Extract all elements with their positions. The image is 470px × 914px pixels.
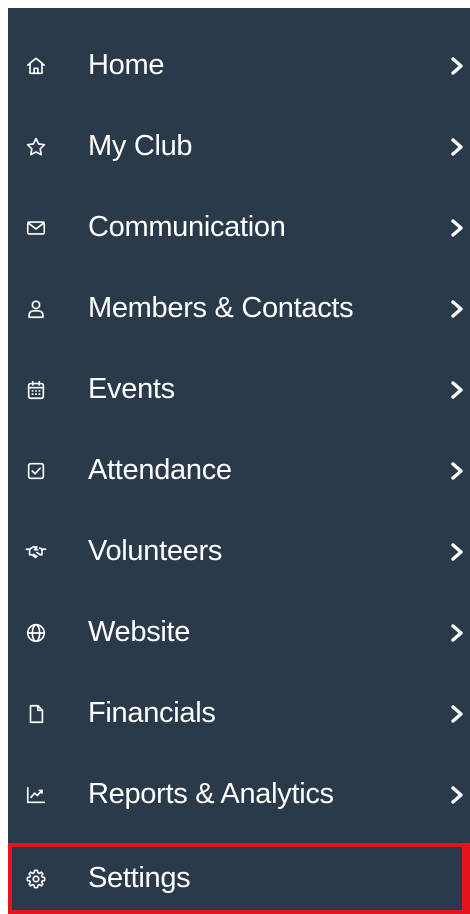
checkbox-icon <box>23 458 49 484</box>
home-icon <box>23 53 49 79</box>
chevron-right-icon <box>449 460 465 482</box>
chevron-right-icon <box>449 217 465 239</box>
chart-icon <box>23 782 49 808</box>
sidebar-item-communication[interactable]: Communication <box>8 187 470 268</box>
sidebar-item-settings[interactable]: Settings <box>8 843 470 914</box>
sidebar-item-label: Members & Contacts <box>88 292 354 324</box>
star-icon <box>23 134 49 160</box>
sidebar-item-label: Website <box>88 616 191 648</box>
sidebar-item-my-club[interactable]: My Club <box>8 106 470 187</box>
chevron-right-icon <box>449 784 465 806</box>
sidebar-item-label: Volunteers <box>88 535 223 567</box>
sidebar-item-home[interactable]: Home <box>8 25 470 106</box>
sidebar-menu: Home My Club Communication Members & Con… <box>8 25 470 835</box>
chevron-right-icon <box>449 379 465 401</box>
sidebar-item-label: Home <box>88 49 165 81</box>
sidebar-item-volunteers[interactable]: Volunteers <box>8 511 470 592</box>
sidebar-item-label: Settings <box>88 862 191 894</box>
sidebar-nav: Home My Club Communication Members & Con… <box>8 8 470 914</box>
document-icon <box>23 701 49 727</box>
gear-icon <box>23 866 49 892</box>
chevron-right-icon <box>449 136 465 158</box>
sidebar-item-attendance[interactable]: Attendance <box>8 430 470 511</box>
sidebar-item-website[interactable]: Website <box>8 592 470 673</box>
chevron-right-icon <box>449 541 465 563</box>
globe-icon <box>23 620 49 646</box>
chevron-right-icon <box>449 622 465 644</box>
user-icon <box>23 296 49 322</box>
sidebar-item-financials[interactable]: Financials <box>8 673 470 754</box>
sidebar-item-events[interactable]: Events <box>8 349 470 430</box>
calendar-icon <box>23 377 49 403</box>
sidebar-item-label: Events <box>88 373 175 405</box>
sidebar-item-members-contacts[interactable]: Members & Contacts <box>8 268 470 349</box>
sidebar-item-label: My Club <box>88 130 193 162</box>
sidebar-item-reports-analytics[interactable]: Reports & Analytics <box>8 754 470 835</box>
sidebar-item-label: Attendance <box>88 454 232 486</box>
chevron-right-icon <box>449 55 465 77</box>
sidebar-item-label: Communication <box>88 211 286 243</box>
chevron-right-icon <box>449 298 465 320</box>
handshake-icon <box>23 539 49 565</box>
envelope-icon <box>23 215 49 241</box>
chevron-right-icon <box>449 703 465 725</box>
sidebar-item-label: Financials <box>88 697 216 729</box>
sidebar-item-label: Reports & Analytics <box>88 778 334 810</box>
